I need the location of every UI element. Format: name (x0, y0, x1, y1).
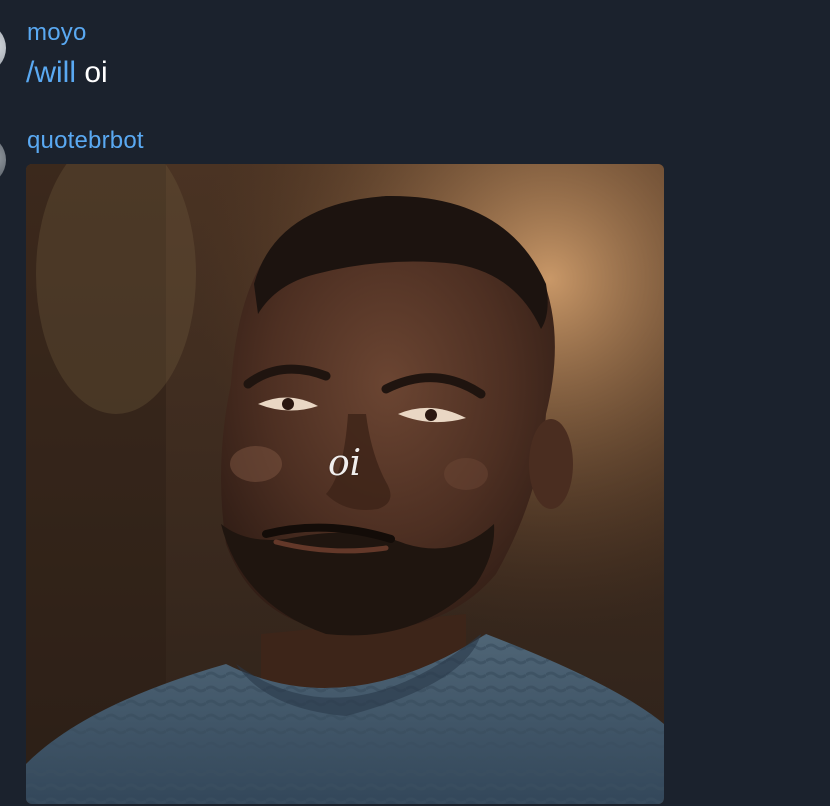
avatar[interactable] (0, 136, 6, 184)
message-body: oi (84, 56, 108, 89)
image-caption: oi (328, 443, 362, 484)
sender-name[interactable]: quotebrbot (27, 127, 144, 155)
chat-history: moyo /will oi quotebrbot oi (0, 0, 830, 806)
bot-command-link[interactable]: /will (26, 56, 76, 89)
meme-photo-illustration (26, 164, 664, 804)
avatar[interactable] (0, 24, 6, 72)
photo-message[interactable]: oi (26, 164, 664, 804)
message-text: /will oi (26, 56, 108, 90)
sender-name[interactable]: moyo (27, 19, 87, 47)
